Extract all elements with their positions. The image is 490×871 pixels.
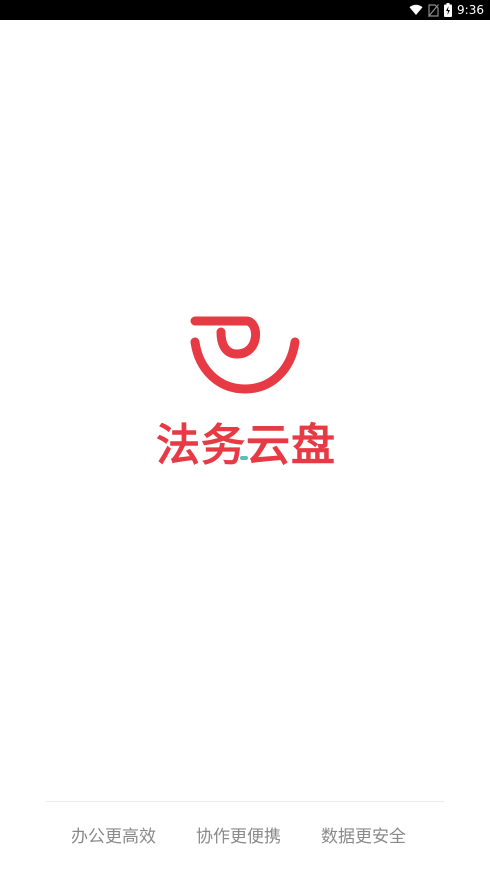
splash-screen: 9:36 法务云盘 办公更高效 协作更便携 数据更安全 xyxy=(0,0,490,871)
app-name: 法务云盘 xyxy=(156,420,336,471)
status-time: 9:36 xyxy=(457,3,484,17)
slogan-security: 数据更安全 xyxy=(321,827,406,847)
cloud-disk-logo-icon xyxy=(190,316,300,394)
battery-charging-icon xyxy=(444,3,453,17)
slogan-efficiency: 办公更高效 xyxy=(71,827,156,847)
wifi-icon xyxy=(409,4,423,15)
footer-divider xyxy=(46,801,444,802)
no-sim-icon xyxy=(428,3,440,17)
slogan-collaboration: 协作更便携 xyxy=(196,827,281,847)
slogan-row: 办公更高效 协作更便携 数据更安全 xyxy=(0,822,490,852)
status-icons: 9:36 xyxy=(409,0,484,20)
status-bar: 9:36 xyxy=(0,0,490,20)
app-name-accent-dot xyxy=(240,456,248,460)
